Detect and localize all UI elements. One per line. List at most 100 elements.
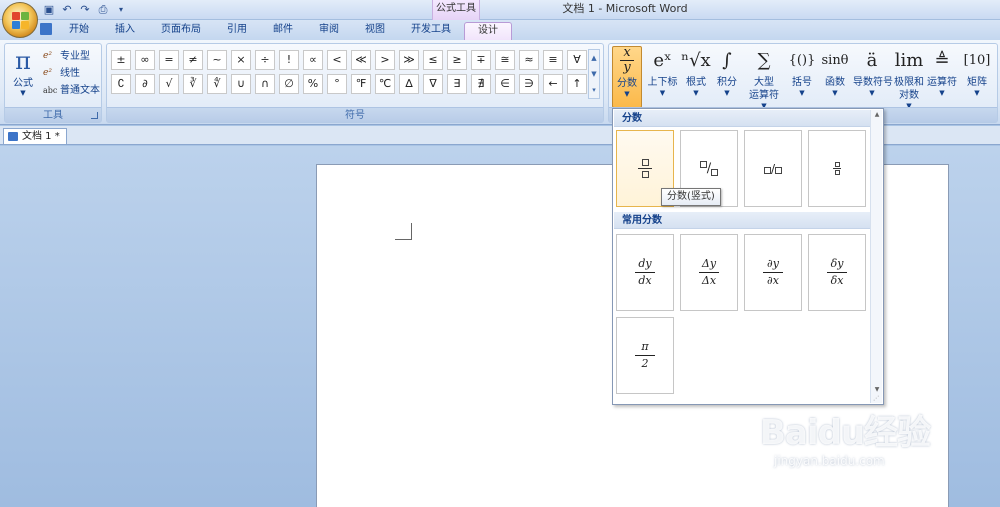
symbols-group-label: 符号 bbox=[107, 107, 603, 122]
symbol-button[interactable]: ≥ bbox=[447, 50, 467, 70]
tab-8[interactable]: 设计 bbox=[464, 22, 512, 40]
more-icon[interactable]: ▾ bbox=[589, 82, 599, 98]
symbol-button[interactable]: ∃ bbox=[447, 74, 467, 94]
scroll-up-icon[interactable]: ▲ bbox=[589, 50, 599, 66]
symbol-button[interactable]: = bbox=[159, 50, 179, 70]
structure-button-2[interactable]: ⁿ√x 根式 ▼ bbox=[681, 46, 711, 108]
common-fraction-option[interactable]: δy δx bbox=[808, 234, 866, 311]
qat-customize-icon[interactable]: ▾ bbox=[114, 3, 128, 17]
tools-list: e² 专业型 e² 线性 abc 普通文本 bbox=[43, 48, 100, 99]
undo-icon[interactable]: ↶ bbox=[60, 3, 74, 17]
structure-button-0[interactable]: x y 分数 ▼ bbox=[612, 46, 642, 108]
symbol-button[interactable]: ℃ bbox=[375, 74, 395, 94]
symbol-button[interactable]: ∁ bbox=[111, 74, 131, 94]
scroll-down-icon[interactable]: ▼ bbox=[871, 385, 883, 395]
fraction-small-option[interactable] bbox=[808, 130, 866, 207]
tab-6[interactable]: 视图 bbox=[352, 22, 398, 40]
symbol-button[interactable]: ∓ bbox=[471, 50, 491, 70]
symbol-button[interactable]: ∪ bbox=[231, 74, 251, 94]
symbol-button[interactable]: ! bbox=[279, 50, 299, 70]
symbol-button[interactable]: ∩ bbox=[255, 74, 275, 94]
symbol-button[interactable]: ≤ bbox=[423, 50, 443, 70]
symbol-button[interactable]: ∈ bbox=[495, 74, 515, 94]
structure-label-2: 对数 bbox=[899, 90, 919, 101]
redo-icon[interactable]: ↷ bbox=[78, 3, 92, 17]
symbol-button[interactable]: ≪ bbox=[351, 50, 371, 70]
symbol-button[interactable]: ∂ bbox=[135, 74, 155, 94]
structure-button-7[interactable]: ä 导数符号 ▼ bbox=[853, 46, 893, 108]
symbol-button[interactable]: ∇ bbox=[423, 74, 443, 94]
skewed-fraction-icon: / bbox=[699, 161, 719, 176]
symbol-button[interactable]: ± bbox=[111, 50, 131, 70]
title-bar: ▣ ↶ ↷ ⎙ ▾ 公式工具 文档 1 - Microsoft Word bbox=[0, 0, 1000, 20]
structure-button-3[interactable]: ∫ 积分 ▼ bbox=[713, 46, 741, 108]
structure-icon: ∑ bbox=[757, 50, 771, 71]
scroll-up-icon[interactable]: ▲ bbox=[871, 110, 883, 120]
tab-4[interactable]: 邮件 bbox=[260, 22, 306, 40]
common-fraction-option[interactable]: ∂y ∂x bbox=[744, 234, 802, 311]
symbol-button[interactable]: ≠ bbox=[183, 50, 203, 70]
symbol-scrollbar[interactable]: ▲ ▼ ▾ bbox=[588, 49, 600, 99]
resize-grip-icon[interactable]: ⋰ bbox=[873, 396, 881, 402]
symbol-button[interactable]: ∜ bbox=[207, 74, 227, 94]
fraction-gallery: 分数 / / 常用分数 dy dx Δy Δx ∂y ∂x δy δx π 2 ▲ ▼ ⋰ bbox=[612, 108, 884, 405]
fraction-linear-option[interactable]: / bbox=[744, 130, 802, 207]
symbol-button[interactable]: ≈ bbox=[519, 50, 539, 70]
symbol-button[interactable]: % bbox=[303, 74, 323, 94]
structure-label: 大型 bbox=[754, 77, 774, 88]
common-fraction-option[interactable]: dy dx bbox=[616, 234, 674, 311]
symbol-button[interactable]: ← bbox=[543, 74, 563, 94]
normal-text-button[interactable]: abc 普通文本 bbox=[43, 82, 100, 99]
symbol-button[interactable]: ∆ bbox=[399, 74, 419, 94]
dialog-launcher-icon[interactable] bbox=[91, 112, 98, 119]
symbol-button[interactable]: < bbox=[327, 50, 347, 70]
denominator: dx bbox=[638, 274, 652, 287]
symbol-button[interactable]: ° bbox=[327, 74, 347, 94]
symbol-button[interactable]: ∀ bbox=[567, 50, 587, 70]
tab-2[interactable]: 页面布局 bbox=[148, 22, 214, 40]
structure-icon: [10] bbox=[963, 53, 991, 68]
tab-0[interactable]: 开始 bbox=[56, 22, 102, 40]
common-fraction-option[interactable]: π2 bbox=[616, 317, 674, 394]
structure-button-5[interactable]: {()} 括号 ▼ bbox=[787, 46, 817, 108]
structure-button-1[interactable]: eˣ 上下标 ▼ bbox=[646, 46, 679, 108]
symbol-button[interactable]: √ bbox=[159, 74, 179, 94]
symbol-button[interactable]: ∄ bbox=[471, 74, 491, 94]
common-fraction-option[interactable]: Δy Δx bbox=[680, 234, 738, 311]
symbol-button[interactable]: × bbox=[231, 50, 251, 70]
tab-5[interactable]: 审阅 bbox=[306, 22, 352, 40]
scroll-down-icon[interactable]: ▼ bbox=[589, 66, 599, 82]
symbol-button[interactable]: > bbox=[375, 50, 395, 70]
equation-button[interactable]: π 公式 ▼ bbox=[11, 48, 35, 97]
symbol-button[interactable]: ∞ bbox=[135, 50, 155, 70]
symbol-button[interactable]: ≡ bbox=[543, 50, 563, 70]
structure-button-9[interactable]: ≜ 运算符 ▼ bbox=[927, 46, 957, 108]
linear-button[interactable]: e² 线性 bbox=[43, 65, 100, 82]
symbol-button[interactable]: ↑ bbox=[567, 74, 587, 94]
tab-1[interactable]: 插入 bbox=[102, 22, 148, 40]
tab-7[interactable]: 开发工具 bbox=[398, 22, 464, 40]
chevron-down-icon: ▼ bbox=[832, 89, 838, 97]
tab-3[interactable]: 引用 bbox=[214, 22, 260, 40]
symbol-button[interactable]: ∅ bbox=[279, 74, 299, 94]
structure-button-4[interactable]: ∑ 大型 运算符 ▼ bbox=[744, 46, 784, 110]
symbol-button[interactable]: ∛ bbox=[183, 74, 203, 94]
professional-button[interactable]: e² 专业型 bbox=[43, 48, 100, 65]
symbol-button[interactable]: ≫ bbox=[399, 50, 419, 70]
structure-button-8[interactable]: lim 极限和 对数 ▼ bbox=[893, 46, 925, 110]
symbol-button[interactable]: ~ bbox=[207, 50, 227, 70]
save-icon[interactable]: ▣ bbox=[42, 3, 56, 17]
structure-button-6[interactable]: sinθ 函数 ▼ bbox=[821, 46, 849, 108]
symbol-button[interactable]: ∋ bbox=[519, 74, 539, 94]
document-tab[interactable]: 文档 1 * bbox=[3, 128, 67, 144]
symbol-button[interactable]: ÷ bbox=[255, 50, 275, 70]
office-button[interactable] bbox=[2, 2, 38, 38]
print-preview-icon[interactable]: ⎙ bbox=[96, 3, 110, 17]
tools-group-label: 工具 bbox=[5, 107, 101, 122]
structure-button-10[interactable]: [10] 矩阵 ▼ bbox=[961, 46, 993, 108]
structure-icon: sinθ bbox=[821, 53, 849, 68]
gallery-scrollbar[interactable]: ▲ ▼ bbox=[870, 110, 882, 403]
symbol-button[interactable]: ℉ bbox=[351, 74, 371, 94]
symbol-button[interactable]: ≅ bbox=[495, 50, 515, 70]
symbol-button[interactable]: ∝ bbox=[303, 50, 323, 70]
